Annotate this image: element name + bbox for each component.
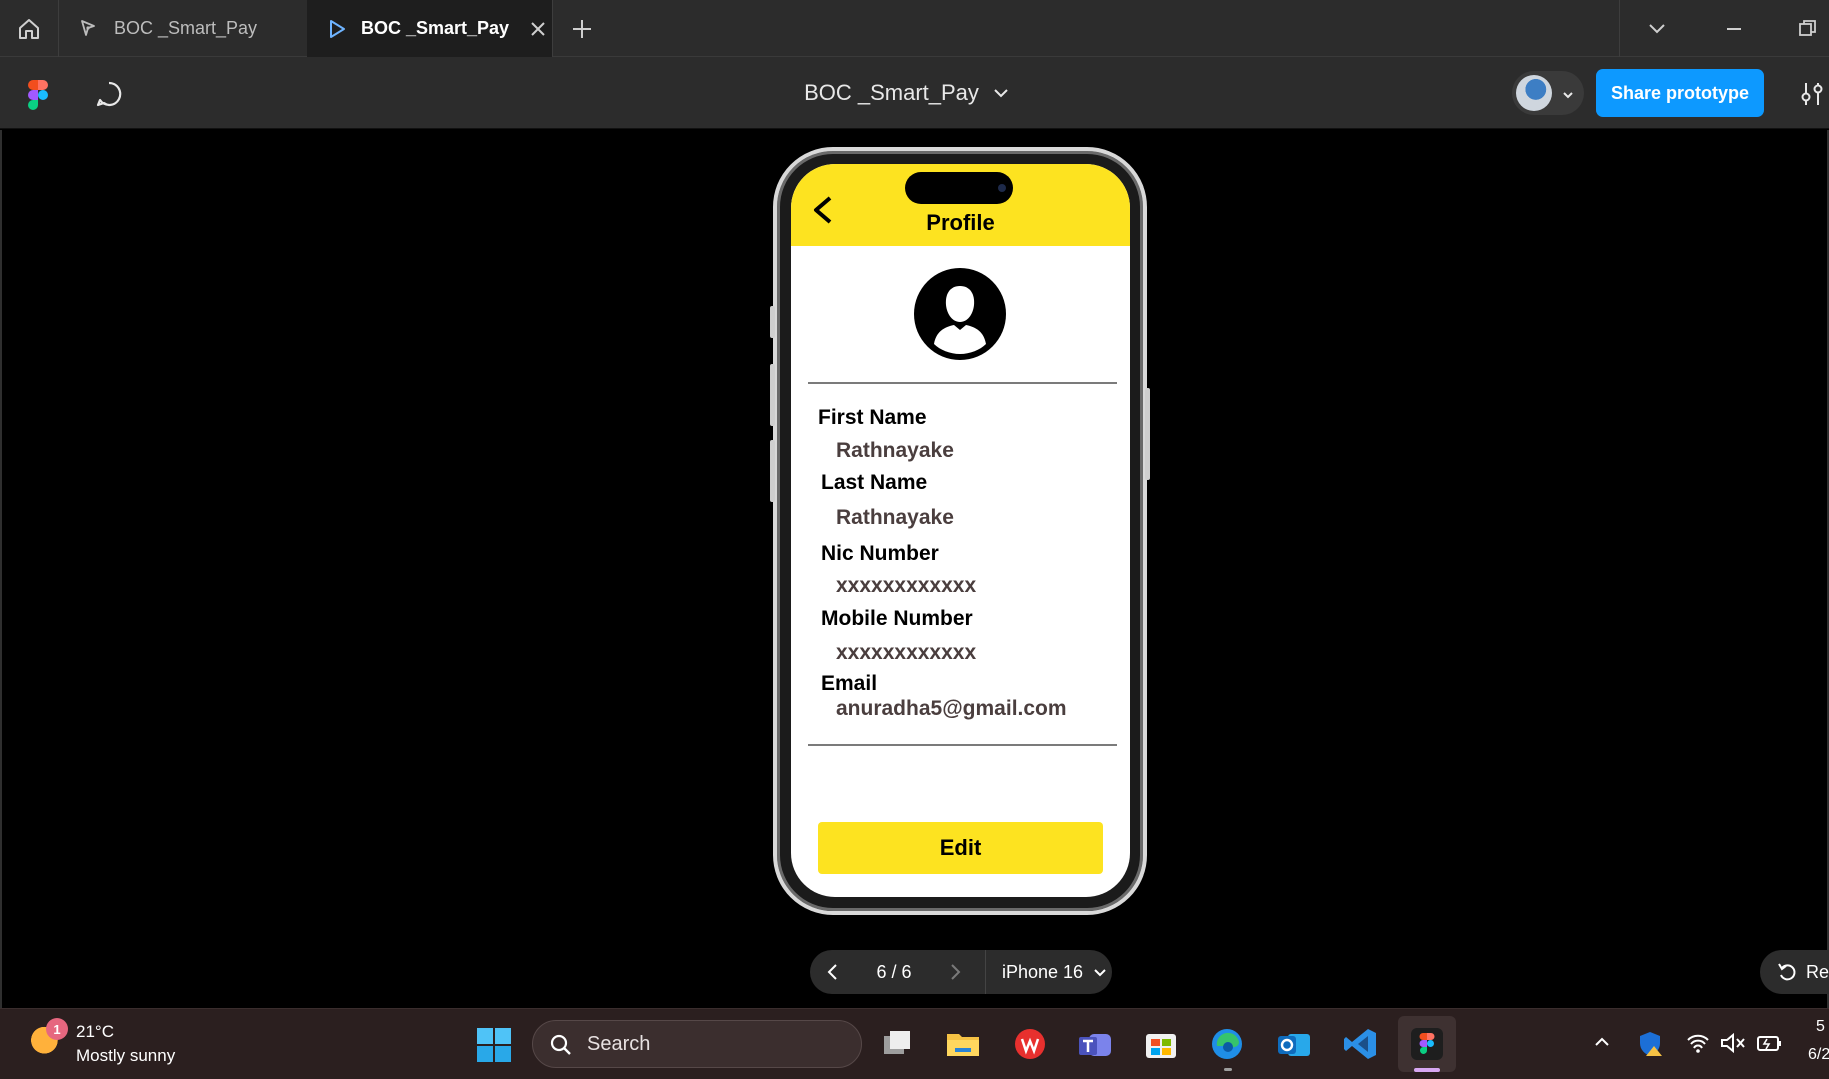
first-name-label: First Name <box>818 406 927 429</box>
edge-icon[interactable] <box>1209 1026 1245 1062</box>
tab-separator <box>552 0 553 57</box>
mobile-number-label: Mobile Number <box>821 607 973 630</box>
user-icon <box>920 274 1000 354</box>
home-icon <box>19 19 39 39</box>
tab-separator <box>58 0 59 57</box>
nic-number-label: Nic Number <box>821 542 939 565</box>
restart-icon <box>1778 963 1796 981</box>
phone-side-button <box>770 364 775 426</box>
tab-separator <box>1619 0 1620 57</box>
weather-temp[interactable]: 21°C <box>76 1022 114 1042</box>
edit-button[interactable]: Edit <box>818 822 1103 874</box>
chevron-down-icon <box>1649 24 1665 34</box>
profile-avatar <box>914 268 1006 360</box>
wifi-icon[interactable] <box>1686 1032 1710 1059</box>
figma-design-icon <box>81 19 95 36</box>
plus-icon <box>573 20 591 38</box>
phone-screen: Profile First Name Rathnayake Last Name … <box>791 164 1130 897</box>
minimize-icon <box>1727 28 1741 30</box>
page-count: 6 / 6 <box>876 961 912 982</box>
home-button[interactable] <box>16 16 42 42</box>
tab-prototype[interactable]: BOC _Smart_Pay <box>307 0 552 57</box>
device-name: iPhone 16 <box>1002 961 1084 982</box>
battery-icon[interactable] <box>1756 1032 1782 1059</box>
mobile-number-value: xxxxxxxxxxxx <box>836 641 977 664</box>
phone-side-button <box>770 306 775 338</box>
active-app-indicator <box>1414 1068 1440 1072</box>
nic-number-value: xxxxxxxxxxxx <box>836 574 977 597</box>
search-placeholder: Search <box>587 1032 651 1055</box>
screen-title: Profile <box>926 210 995 235</box>
clock-date[interactable]: 6/2 <box>1808 1046 1829 1064</box>
figma-app-icon[interactable] <box>1409 1026 1445 1062</box>
restart-label: Res <box>1806 961 1829 982</box>
show-hidden-icons[interactable] <box>1592 1032 1612 1057</box>
settings-sliders-icon <box>1801 83 1823 105</box>
dynamic-island <box>905 172 1013 204</box>
task-view-icon[interactable] <box>880 1026 916 1062</box>
email-value: anuradha5@gmail.com <box>836 697 1067 720</box>
tab-design-file[interactable]: BOC _Smart_Pay <box>76 0 306 57</box>
clock-time[interactable]: 5 <box>1816 1018 1825 1036</box>
chevron-left-icon <box>827 964 837 980</box>
phone-side-button <box>1145 388 1150 480</box>
security-icon[interactable] <box>1638 1030 1664 1063</box>
chevron-right-icon <box>951 964 961 980</box>
restart-button[interactable]: Res <box>1760 950 1829 994</box>
running-app-indicator <box>1224 1068 1232 1071</box>
minimize-button[interactable] <box>1722 18 1746 40</box>
chevron-down-icon <box>994 89 1008 98</box>
microsoft-store-icon[interactable] <box>1143 1026 1179 1062</box>
search-icon <box>549 1033 573 1057</box>
device-selector[interactable]: iPhone 16 <box>1002 950 1107 994</box>
new-tab-button[interactable] <box>570 17 594 41</box>
prototype-settings-button[interactable] <box>1798 80 1826 108</box>
restore-icon <box>1799 20 1816 36</box>
wps-office-icon[interactable] <box>1012 1026 1048 1062</box>
tab-label: BOC _Smart_Pay <box>361 18 510 38</box>
volume-muted-icon[interactable] <box>1720 1032 1746 1059</box>
restore-button[interactable] <box>1795 18 1819 40</box>
divider <box>808 744 1117 746</box>
next-frame-button[interactable] <box>944 960 966 984</box>
tab-label: BOC _Smart_Pay <box>114 18 258 38</box>
chevron-up-icon <box>1595 1037 1609 1046</box>
weather-desc[interactable]: Mostly sunny <box>76 1046 175 1066</box>
pager-separator <box>985 950 986 994</box>
chevron-down-icon <box>1563 92 1573 99</box>
avatar <box>1516 75 1552 111</box>
teams-icon[interactable] <box>1077 1026 1113 1062</box>
previous-frame-button[interactable] <box>822 960 844 984</box>
file-title: BOC _Smart_Pay <box>804 80 979 105</box>
file-explorer-icon[interactable] <box>945 1026 981 1062</box>
play-icon <box>330 19 345 38</box>
weather-badge: 1 <box>46 1018 68 1040</box>
taskbar-search[interactable]: Search <box>532 1020 862 1068</box>
tab-list-button[interactable] <box>1645 18 1669 40</box>
vscode-icon[interactable] <box>1342 1026 1378 1062</box>
phone-side-button <box>770 440 775 502</box>
last-name-label: Last Name <box>821 471 928 494</box>
user-menu-chevron <box>1562 87 1574 99</box>
camera-dot <box>998 184 1006 192</box>
email-label: Email <box>821 672 878 695</box>
first-name-value: Rathnayake <box>836 439 954 462</box>
start-button[interactable] <box>476 1027 512 1063</box>
last-name-value: Rathnayake <box>836 506 954 529</box>
divider <box>808 382 1117 384</box>
windows-logo-icon <box>477 1028 511 1062</box>
share-prototype-button[interactable]: Share prototype <box>1596 69 1764 117</box>
close-icon[interactable] <box>529 20 547 38</box>
outlook-icon[interactable] <box>1276 1026 1312 1062</box>
chevron-down-icon <box>1094 969 1106 977</box>
